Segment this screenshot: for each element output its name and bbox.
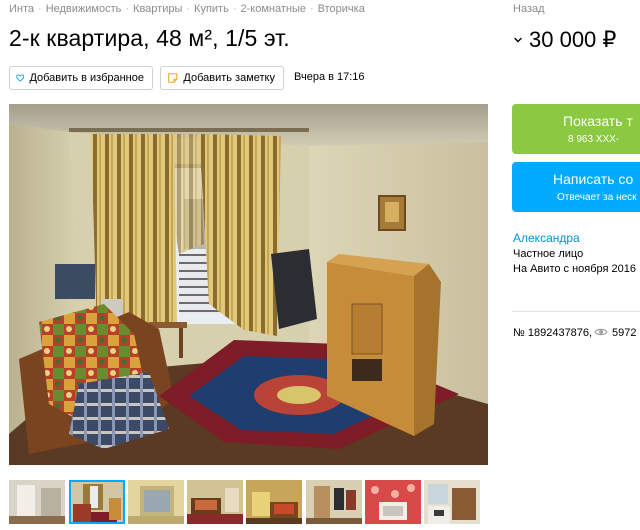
thumbnail-entry-clothes-image [306, 480, 362, 524]
breadcrumb-separator: · [125, 3, 130, 15]
views-count: 5972 ( [612, 327, 640, 339]
breadcrumb-item-apartments[interactable]: Квартиры [133, 3, 182, 15]
add-to-favorites-label: Добавить в избранное [29, 72, 144, 84]
add-note-button[interactable]: Добавить заметку [160, 66, 284, 90]
thumbnail-strip [9, 480, 489, 524]
ad-number: № 1892437876, [513, 327, 593, 339]
response-time-label: Отвечает за неск [557, 192, 637, 203]
add-note-label: Добавить заметку [183, 72, 275, 84]
chevron-down-icon [514, 37, 522, 43]
breadcrumb: Инта · Недвижимость · Квартиры · Купить · 2-комн… [9, 3, 365, 15]
thumbnail-hallway-image [9, 480, 65, 524]
seller-since: На Авито с ноября 2016 [513, 263, 637, 275]
breadcrumb-separator: · [186, 3, 191, 15]
write-message-button[interactable]: Написать со Отвечает за неск [512, 162, 640, 212]
breadcrumb-separator: · [232, 3, 237, 15]
breadcrumb-item-city[interactable]: Инта [9, 3, 34, 15]
seller-name-link[interactable]: Александра [513, 231, 580, 245]
write-message-label: Написать со [553, 171, 634, 187]
thumbnail-kitchen[interactable] [424, 480, 480, 524]
posted-date: Вчера в 17:16 [294, 71, 365, 83]
thumbnail-red-wallpaper[interactable] [365, 480, 421, 524]
breadcrumb-separator: · [309, 3, 314, 15]
price-block[interactable]: 30 000 ₽ [512, 27, 616, 53]
divider [512, 311, 640, 312]
page-title: 2-к квартира, 48 м², 1/5 эт. [9, 25, 290, 51]
breadcrumb-item-real-estate[interactable]: Недвижимость [46, 3, 122, 15]
price-value: 30 000 ₽ [529, 27, 617, 52]
thumbnail-room-window-image [69, 480, 125, 524]
thumbnail-window-view-image [128, 480, 184, 524]
thumbnail-kitchen-image [424, 480, 480, 524]
breadcrumb-item-buy[interactable]: Купить [194, 3, 229, 15]
thumbnail-hallway[interactable] [9, 480, 65, 524]
seller-type: Частное лицо [513, 248, 584, 260]
thumbnail-red-wallpaper-image [365, 480, 421, 524]
phone-masked: 8 963 XXX- [568, 134, 620, 145]
show-phone-button[interactable]: Показать т 8 963 XXX- [512, 104, 640, 154]
main-photo[interactable] [9, 104, 488, 465]
back-link[interactable]: Назад [513, 3, 545, 15]
thumbnail-bedroom-2[interactable] [246, 480, 302, 524]
breadcrumb-item-secondary[interactable]: Вторичка [318, 3, 365, 15]
thumbnail-bedroom[interactable] [187, 480, 243, 524]
thumbnail-bedroom-image [187, 480, 243, 524]
thumbnail-room-window[interactable] [69, 480, 125, 524]
eye-icon [594, 328, 608, 336]
note-icon [168, 73, 178, 83]
room-photo-image [9, 104, 488, 465]
show-phone-label: Показать т [563, 113, 633, 129]
thumbnail-window-view[interactable] [128, 480, 184, 524]
breadcrumb-separator: · [38, 3, 42, 15]
heart-icon [16, 74, 25, 82]
thumbnail-bedroom-2-image [246, 480, 302, 524]
add-to-favorites-button[interactable]: Добавить в избранное [9, 66, 153, 90]
breadcrumb-item-two-room[interactable]: 2-комнатные [241, 3, 306, 15]
thumbnail-entry-clothes[interactable] [306, 480, 362, 524]
